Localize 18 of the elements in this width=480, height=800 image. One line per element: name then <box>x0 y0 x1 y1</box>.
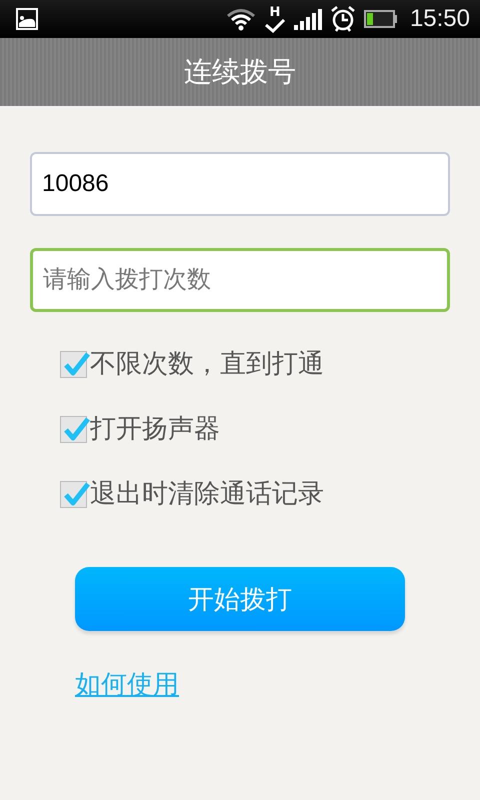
network-type-indicator: H <box>264 6 286 32</box>
status-time: 15:50 <box>410 5 470 33</box>
how-to-use-link[interactable]: 如何使用 <box>75 667 179 702</box>
option-label: 打开扬声器 <box>90 412 220 445</box>
picture-icon <box>16 8 38 30</box>
alarm-clock-icon <box>330 5 356 33</box>
wifi-icon <box>226 7 256 31</box>
start-dialing-button[interactable]: 开始拨打 <box>75 567 405 631</box>
input-field[interactable]: 请输入拨打次数 <box>30 248 450 312</box>
checkbox[interactable] <box>60 348 90 378</box>
signal-icon <box>294 8 322 30</box>
checkbox[interactable] <box>60 478 90 508</box>
input-field[interactable]: 10086 <box>30 152 450 216</box>
window-title: 连续拨号 <box>184 55 296 89</box>
option-label: 退出时清除通话记录 <box>90 477 324 510</box>
battery-icon <box>364 10 398 28</box>
checkbox[interactable] <box>60 414 90 444</box>
option-label: 不限次数，直到打通 <box>90 347 324 380</box>
